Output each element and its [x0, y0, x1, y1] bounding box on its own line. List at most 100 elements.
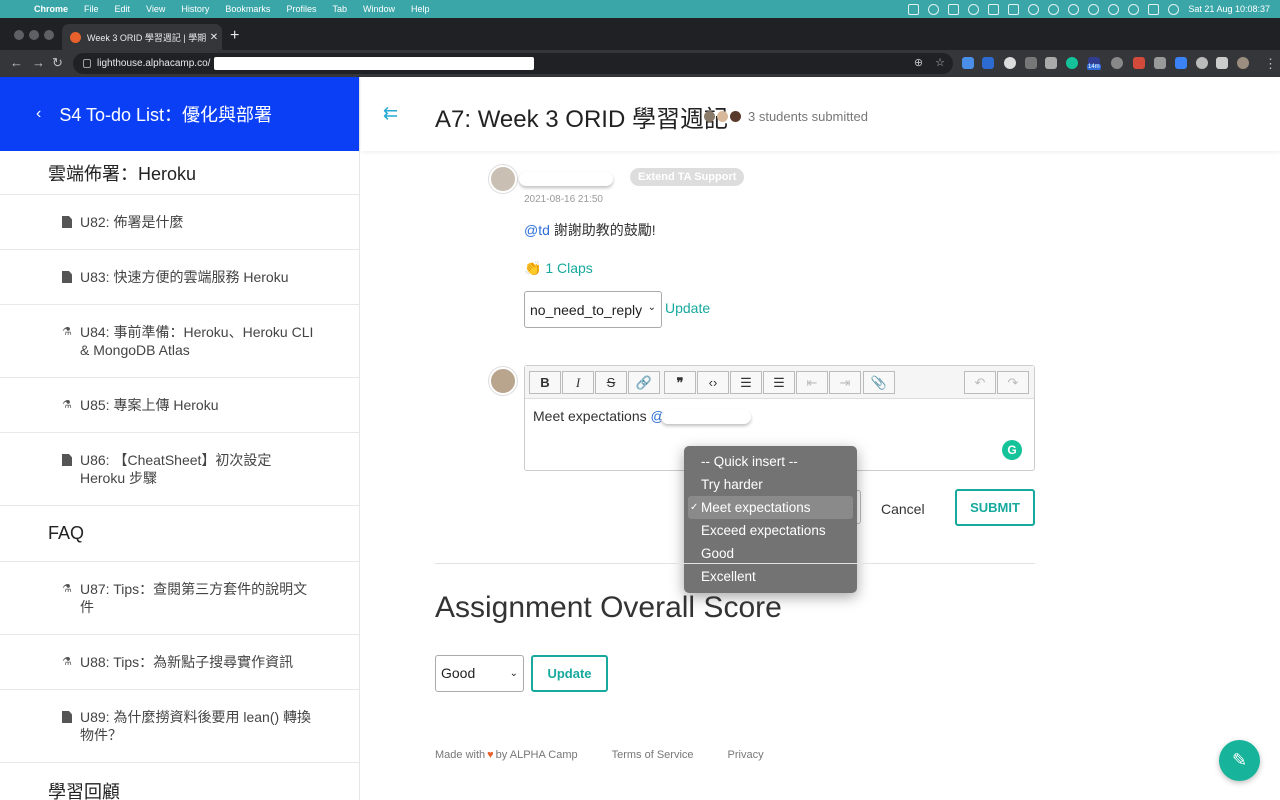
time-machine-icon[interactable]	[968, 3, 980, 15]
siri-icon[interactable]	[1168, 3, 1180, 15]
volume-icon[interactable]	[1048, 3, 1060, 15]
submit-button[interactable]: SUBMIT	[955, 489, 1035, 526]
forward-icon[interactable]: →	[32, 55, 45, 71]
collapse-sidebar-icon[interactable]: ⇇	[383, 103, 398, 124]
sidebar-item-u86[interactable]: U86: 【CheatSheet】初次設定 Heroku 步驟	[0, 433, 359, 506]
cloud-icon[interactable]	[948, 3, 960, 15]
dropdown-option[interactable]: Good	[684, 542, 857, 565]
section-heroku[interactable]: 雲端佈署：Heroku	[0, 151, 359, 195]
italic-icon[interactable]: I	[562, 371, 594, 394]
menu-history[interactable]: History	[181, 4, 209, 14]
bluetooth-icon[interactable]	[1068, 3, 1080, 15]
history-extension-icon[interactable]	[1111, 57, 1123, 69]
play-icon[interactable]	[928, 3, 940, 15]
window-zoom-button[interactable]	[44, 30, 54, 40]
menu-bookmarks[interactable]: Bookmarks	[225, 4, 270, 14]
new-tab-button[interactable]: +	[230, 28, 239, 44]
window-close-button[interactable]	[14, 30, 24, 40]
extension-7-icon[interactable]	[1175, 57, 1187, 69]
attach-file-icon[interactable]: 📎	[863, 371, 895, 394]
bold-icon[interactable]: B	[529, 371, 561, 394]
search-icon[interactable]	[1128, 3, 1140, 15]
menu-file[interactable]: File	[84, 4, 99, 14]
reload-icon[interactable]: ↻	[52, 55, 63, 71]
menu-window[interactable]: Window	[363, 4, 395, 14]
menu-profiles[interactable]: Profiles	[286, 4, 316, 14]
menu-tab[interactable]: Tab	[332, 4, 347, 14]
extension-6-icon[interactable]	[1133, 57, 1145, 69]
clock[interactable]: Sat 21 Aug 10:08:37	[1188, 4, 1270, 14]
status-extension-icon[interactable]	[908, 3, 920, 15]
sidebar-item-u83[interactable]: U83: 快速方便的雲端服務 Heroku	[0, 250, 359, 305]
submitter-avatars[interactable]	[704, 111, 741, 122]
tab-close-icon[interactable]: ✕	[206, 32, 222, 43]
control-center-icon[interactable]	[1148, 3, 1160, 15]
mention-link[interactable]: @td	[524, 222, 550, 238]
grammarly-icon[interactable]: G	[1002, 440, 1022, 460]
extension-4-icon[interactable]	[1025, 57, 1037, 69]
chrome-menu-icon[interactable]: ⋮	[1264, 56, 1277, 72]
editor-text-area[interactable]: Meet expectations @	[525, 399, 1034, 433]
reply-status-select[interactable]: no_need_to_reply ⌄	[524, 291, 662, 328]
numbered-list-icon[interactable]: ☰	[763, 371, 795, 394]
sidebar-item-u84[interactable]: ⚗ U84: 事前準備：Heroku、Heroku CLI & MongoDB A…	[0, 305, 359, 378]
zoom-icon[interactable]: ⊕	[914, 56, 923, 69]
chevron-left-icon[interactable]: ‹	[36, 105, 41, 123]
section-review[interactable]: 學習回顧	[0, 763, 359, 800]
moon-icon[interactable]	[1028, 3, 1040, 15]
quote-icon[interactable]: ❞	[664, 371, 696, 394]
extension-1-icon[interactable]	[962, 57, 974, 69]
menu-view[interactable]: View	[146, 4, 165, 14]
formula-extension-icon[interactable]	[1154, 57, 1166, 69]
terms-link[interactable]: Terms of Service	[612, 749, 694, 761]
browser-tab-active[interactable]: Week 3 ORID 學習週記 | 學期 2 ✕	[62, 24, 222, 50]
section-faq[interactable]: FAQ	[0, 506, 359, 562]
profile-avatar[interactable]	[1237, 57, 1249, 69]
outdent-icon[interactable]: ⇤	[796, 371, 828, 394]
sidebar-header[interactable]: ‹ S4 To-do List：優化與部署	[0, 77, 359, 151]
extensions-puzzle-icon[interactable]	[1216, 57, 1228, 69]
keyboard-input-icon[interactable]	[1008, 3, 1020, 15]
address-bar[interactable]: lighthouse.alphacamp.co/ ⊕ ☆	[73, 53, 953, 74]
user-icon[interactable]	[1108, 3, 1120, 15]
grammarly-extension-icon[interactable]	[1066, 57, 1078, 69]
dropdown-option[interactable]: Try harder	[684, 473, 857, 496]
claps-button[interactable]: 👏 1 Claps	[524, 260, 593, 277]
timer-extension-icon[interactable]: 14m	[1087, 57, 1101, 70]
dropdown-option[interactable]: Excellent	[684, 565, 857, 588]
extension-2-icon[interactable]	[982, 57, 994, 69]
sidebar-item-u89[interactable]: U89: 為什麼撈資料後要用 lean() 轉換物件？	[0, 690, 359, 763]
commenter-avatar[interactable]	[489, 165, 517, 193]
code-icon[interactable]: ‹›	[697, 371, 729, 394]
link-icon[interactable]: 🔗	[628, 371, 660, 394]
window-minimize-button[interactable]	[29, 30, 39, 40]
sidebar-item-u88[interactable]: ⚗ U88: Tips：為新點子搜尋實作資訊	[0, 635, 359, 690]
indent-icon[interactable]: ⇥	[829, 371, 861, 394]
sidebar-item-u85[interactable]: ⚗ U85: 專案上傳 Heroku	[0, 378, 359, 433]
cancel-button[interactable]: Cancel	[881, 501, 925, 517]
menu-app-name[interactable]: Chrome	[34, 4, 68, 14]
wifi-icon[interactable]	[1088, 3, 1100, 15]
score-select[interactable]: Good ⌄	[435, 655, 524, 692]
extension-3-icon[interactable]	[1004, 57, 1016, 69]
sidebar-item-u87[interactable]: ⚗ U87: Tips：查閱第三方套件的說明文件	[0, 562, 359, 635]
menu-edit[interactable]: Edit	[115, 4, 131, 14]
bookmark-star-icon[interactable]: ☆	[935, 56, 945, 69]
notes-fab-button[interactable]: ✎	[1219, 740, 1260, 781]
submitted-count[interactable]: 3 students submitted	[748, 109, 868, 124]
bullet-list-icon[interactable]: ☰	[730, 371, 762, 394]
dropdown-option[interactable]: Exceed expectations	[684, 519, 857, 542]
extension-8-icon[interactable]	[1196, 57, 1208, 69]
battery-icon[interactable]	[988, 3, 1000, 15]
reply-status-update-link[interactable]: Update	[665, 300, 710, 316]
strikethrough-icon[interactable]: S	[595, 371, 627, 394]
score-update-button[interactable]: Update	[531, 655, 608, 692]
back-icon[interactable]: ←	[10, 55, 23, 71]
dropdown-option-selected[interactable]: ✓ Meet expectations	[688, 496, 853, 519]
sidebar-item-u82[interactable]: U82: 佈署是什麼	[0, 195, 359, 250]
extension-5-icon[interactable]	[1045, 57, 1057, 69]
dropdown-option[interactable]: -- Quick insert --	[684, 450, 857, 473]
undo-icon[interactable]: ↶	[964, 371, 996, 394]
privacy-link[interactable]: Privacy	[728, 749, 764, 761]
menu-help[interactable]: Help	[411, 4, 430, 14]
